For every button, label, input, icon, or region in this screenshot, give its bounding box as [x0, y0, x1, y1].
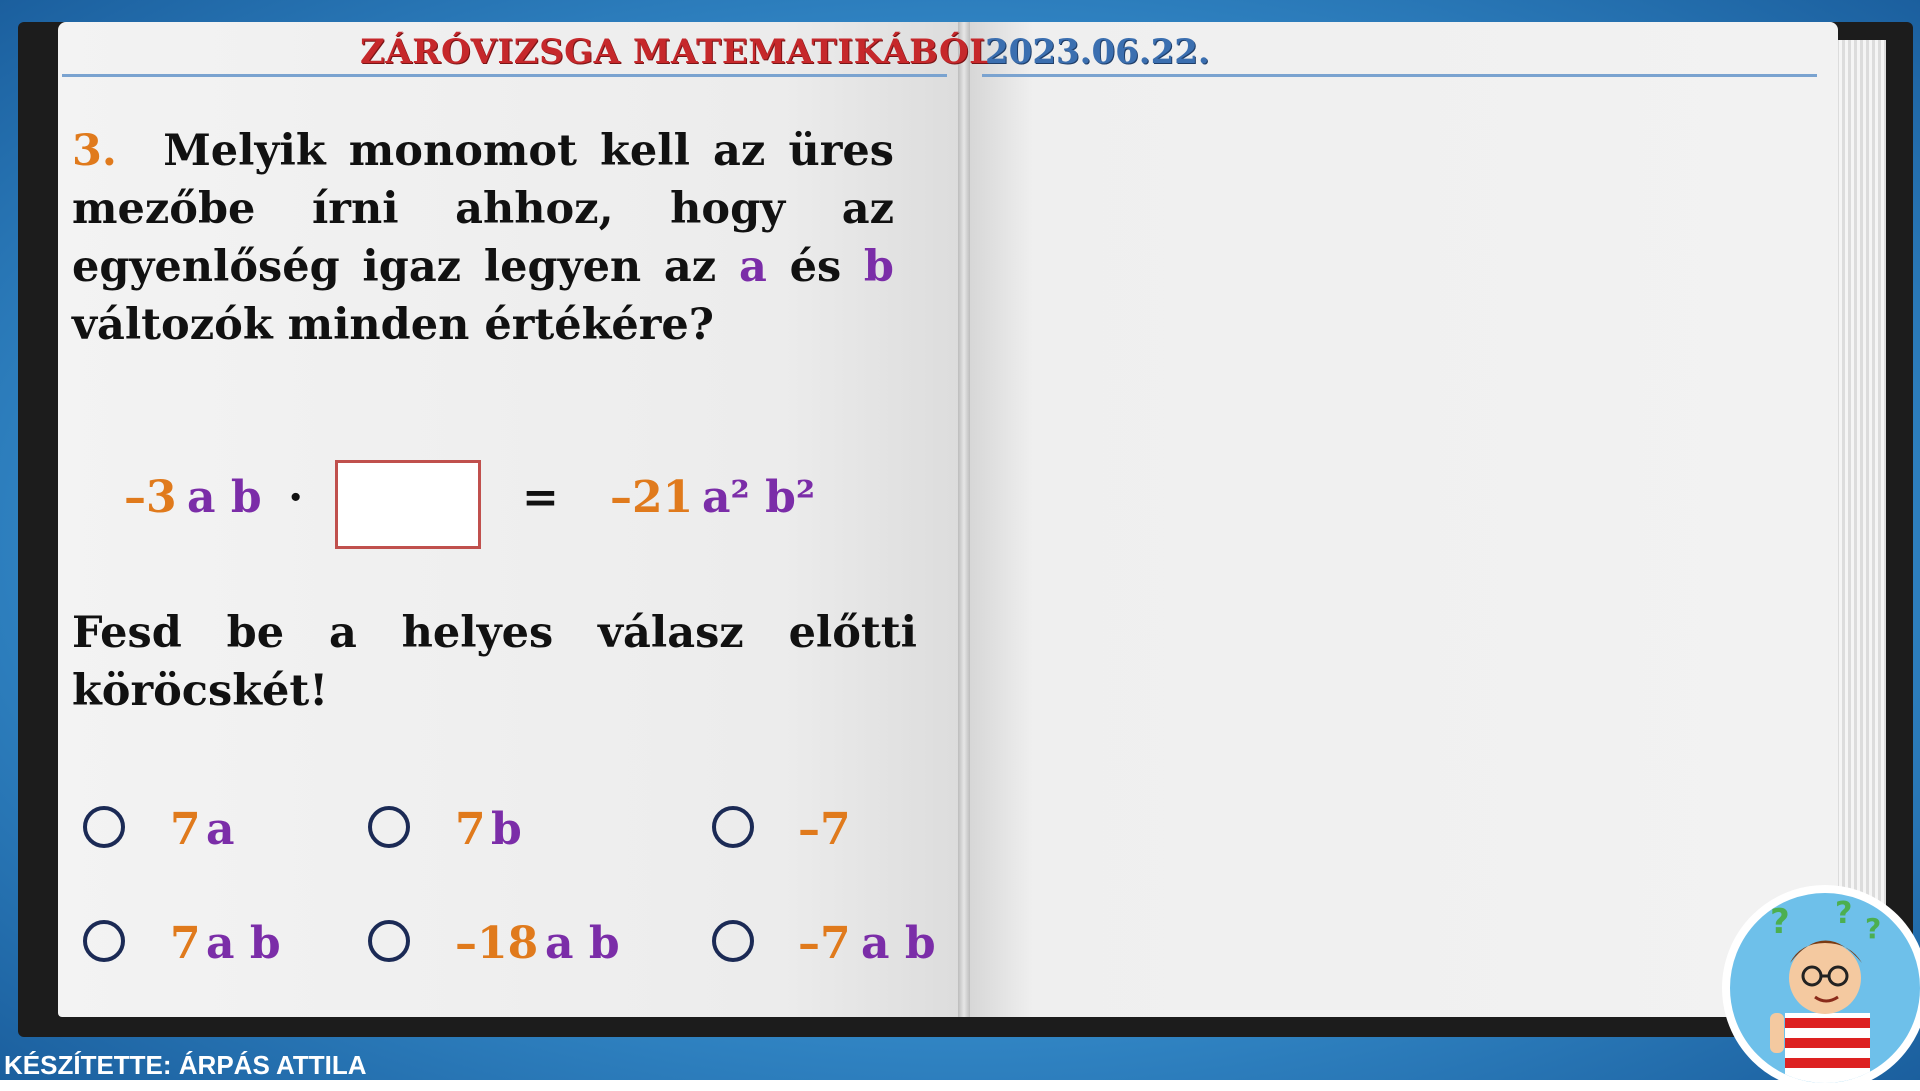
option-5-coef: –18	[455, 918, 539, 969]
option-4-vars: a b	[206, 918, 281, 969]
page-title: ZÁRÓVIZSGA MATEMATIKÁBÓL	[360, 32, 994, 72]
question-number: 3.	[72, 126, 117, 176]
option-3[interactable]	[712, 802, 754, 852]
option-4[interactable]	[83, 916, 125, 966]
radio-circle-icon[interactable]	[368, 806, 410, 848]
radio-circle-icon[interactable]	[83, 920, 125, 962]
option-1-coef: 7	[170, 804, 201, 855]
equation-left-vars: a b	[187, 472, 262, 523]
multiply-operator: ·	[288, 472, 304, 523]
header-rule-right	[982, 74, 1817, 77]
thinking-mascot-icon: ? ? ?	[1722, 885, 1920, 1091]
question-part2: változók minden értékére?	[72, 300, 714, 350]
radio-circle-icon[interactable]	[712, 806, 754, 848]
book-page-edges	[1836, 40, 1886, 1025]
right-page	[963, 22, 1838, 1017]
equation-right-vars: a² b²	[702, 472, 816, 523]
variable-a: a	[738, 242, 767, 292]
option-1-vars: a	[206, 804, 235, 855]
question-conjunction: és	[789, 242, 842, 292]
option-2-coef: 7	[455, 804, 486, 855]
equation-right-coef: –21	[610, 472, 694, 523]
equation-left-coef: –3	[124, 472, 177, 523]
radio-circle-icon[interactable]	[368, 920, 410, 962]
option-2-vars: b	[491, 804, 522, 855]
option-1[interactable]	[83, 802, 125, 852]
option-6-vars: a b	[861, 918, 936, 969]
radio-circle-icon[interactable]	[83, 806, 125, 848]
option-2[interactable]	[368, 802, 410, 852]
option-6-coef: –7	[798, 918, 851, 969]
instruction-text: Fesd be a helyes válasz előtti köröcskét…	[72, 608, 917, 716]
svg-text:?: ?	[1770, 902, 1790, 942]
option-5[interactable]	[368, 916, 410, 966]
option-5-vars: a b	[545, 918, 620, 969]
book-spine	[958, 22, 970, 1017]
equals-sign: =	[522, 472, 559, 523]
svg-text:?: ?	[1865, 912, 1881, 945]
question-text: 3. Melyik monomot kell az üres mezőbe ír…	[72, 122, 894, 354]
exam-date: 2023.06.22.	[985, 32, 1210, 72]
author-credit: KÉSZÍTETTE: ÁRPÁS ATTILA	[4, 1050, 367, 1080]
variable-b: b	[863, 242, 894, 292]
header-rule-left	[62, 74, 947, 77]
option-3-coef: –7	[798, 804, 851, 855]
svg-text:?: ?	[1835, 896, 1852, 931]
option-6[interactable]	[712, 916, 754, 966]
option-4-coef: 7	[170, 918, 201, 969]
question-part1: Melyik monomot kell az üres mezőbe írni …	[72, 126, 894, 292]
radio-circle-icon[interactable]	[712, 920, 754, 962]
empty-answer-box	[335, 460, 481, 549]
